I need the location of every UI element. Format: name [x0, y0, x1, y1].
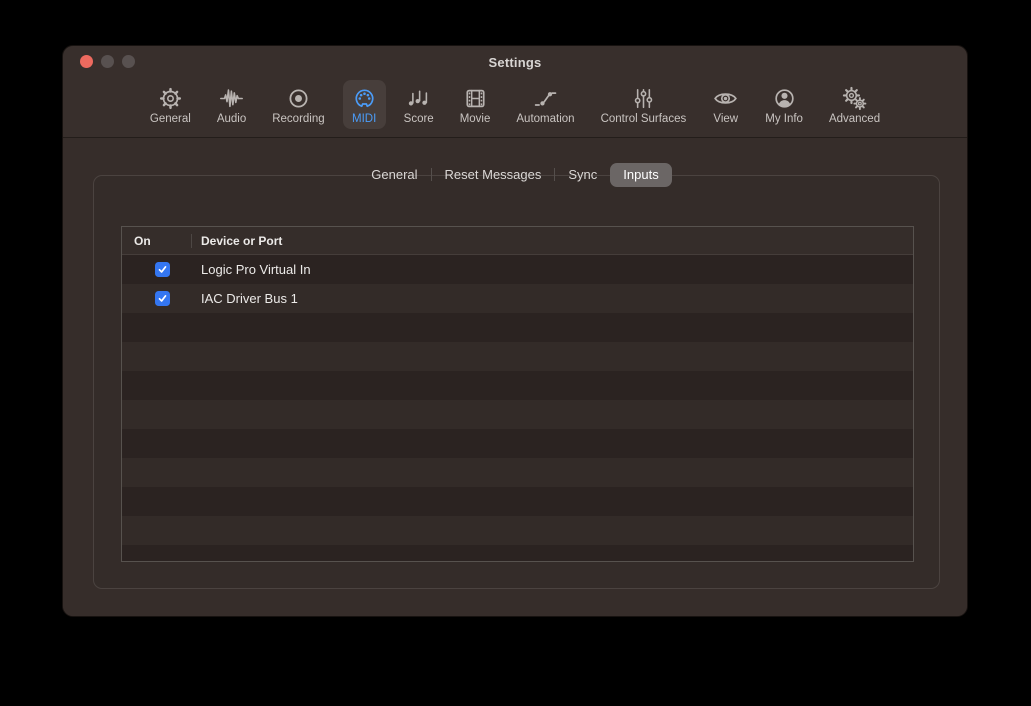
toolbar-item-label: Automation	[516, 113, 574, 125]
toolbar-item-label: Recording	[272, 113, 324, 125]
automation-icon	[532, 85, 559, 112]
toolbar-item-label: General	[150, 113, 191, 125]
midi-icon	[351, 85, 378, 112]
toolbar-item-label: Score	[404, 113, 434, 125]
midi-inputs-table: On Device or Port Logic Pro Virtual In IA…	[121, 226, 914, 562]
table-row-empty	[122, 487, 913, 516]
toolbar-item-score[interactable]: Score	[396, 80, 442, 129]
toolbar-item-audio[interactable]: Audio	[209, 80, 254, 129]
person-icon	[771, 85, 798, 112]
gear-icon	[157, 85, 184, 112]
tab-reset-messages[interactable]: Reset Messages	[432, 163, 555, 187]
midi-subtabs: GeneralReset MessagesSyncInputs	[63, 162, 967, 187]
score-icon	[405, 85, 432, 112]
toolbar-item-view[interactable]: View	[704, 80, 747, 129]
toolbar-item-label: Audio	[217, 113, 246, 125]
device-name: IAC Driver Bus 1	[191, 291, 298, 306]
device-checkbox[interactable]	[155, 291, 170, 306]
toolbar-item-label: My Info	[765, 113, 803, 125]
settings-toolbar: General Audio Recording MIDI Score Movie Autom…	[63, 78, 967, 138]
on-cell	[122, 291, 191, 306]
on-cell	[122, 262, 191, 277]
gears-icon	[841, 85, 868, 112]
toolbar-item-label: MIDI	[352, 113, 376, 125]
table-body: Logic Pro Virtual In IAC Driver Bus 1	[122, 255, 913, 562]
sliders-icon	[630, 85, 657, 112]
toolbar-item-label: Movie	[460, 113, 491, 125]
table-row-empty	[122, 313, 913, 342]
tab-sync[interactable]: Sync	[555, 163, 610, 187]
toolbar-item-movie[interactable]: Movie	[452, 80, 499, 129]
inputs-groupbox: On Device or Port Logic Pro Virtual In IA…	[93, 175, 940, 589]
table-row[interactable]: Logic Pro Virtual In	[122, 255, 913, 284]
toolbar-item-my-info[interactable]: My Info	[757, 80, 811, 129]
settings-window: Settings General Audio Recording MIDI Score M…	[62, 45, 968, 617]
table-header: On Device or Port	[122, 227, 913, 255]
tab-general[interactable]: General	[358, 163, 430, 187]
movie-icon	[462, 85, 489, 112]
toolbar-item-recording[interactable]: Recording	[264, 80, 332, 129]
table-row-empty	[122, 545, 913, 562]
window-title: Settings	[63, 55, 967, 70]
table-row[interactable]: IAC Driver Bus 1	[122, 284, 913, 313]
toolbar-item-automation[interactable]: Automation	[508, 80, 582, 129]
toolbar-item-general[interactable]: General	[142, 80, 199, 129]
table-row-empty	[122, 516, 913, 545]
toolbar-item-midi[interactable]: MIDI	[343, 80, 386, 129]
column-header-on: On	[122, 234, 191, 248]
toolbar-item-label: Control Surfaces	[601, 113, 687, 125]
table-row-empty	[122, 429, 913, 458]
midi-pane: GeneralReset MessagesSyncInputs On Devic…	[63, 138, 967, 616]
titlebar[interactable]: Settings	[63, 46, 967, 78]
toolbar-item-control-surfaces[interactable]: Control Surfaces	[593, 80, 695, 129]
tab-inputs[interactable]: Inputs	[610, 163, 671, 187]
toolbar-item-label: View	[713, 113, 738, 125]
toolbar-item-label: Advanced	[829, 113, 880, 125]
device-checkbox[interactable]	[155, 262, 170, 277]
column-header-device: Device or Port	[191, 234, 282, 248]
device-name: Logic Pro Virtual In	[191, 262, 311, 277]
table-row-empty	[122, 371, 913, 400]
desktop-background: Settings General Audio Recording MIDI Score M…	[0, 0, 1031, 706]
toolbar-item-advanced[interactable]: Advanced	[821, 80, 888, 129]
table-row-empty	[122, 400, 913, 429]
audio-icon	[218, 85, 245, 112]
record-icon	[285, 85, 312, 112]
table-row-empty	[122, 342, 913, 371]
eye-icon	[712, 85, 739, 112]
table-row-empty	[122, 458, 913, 487]
column-divider[interactable]	[191, 234, 192, 248]
